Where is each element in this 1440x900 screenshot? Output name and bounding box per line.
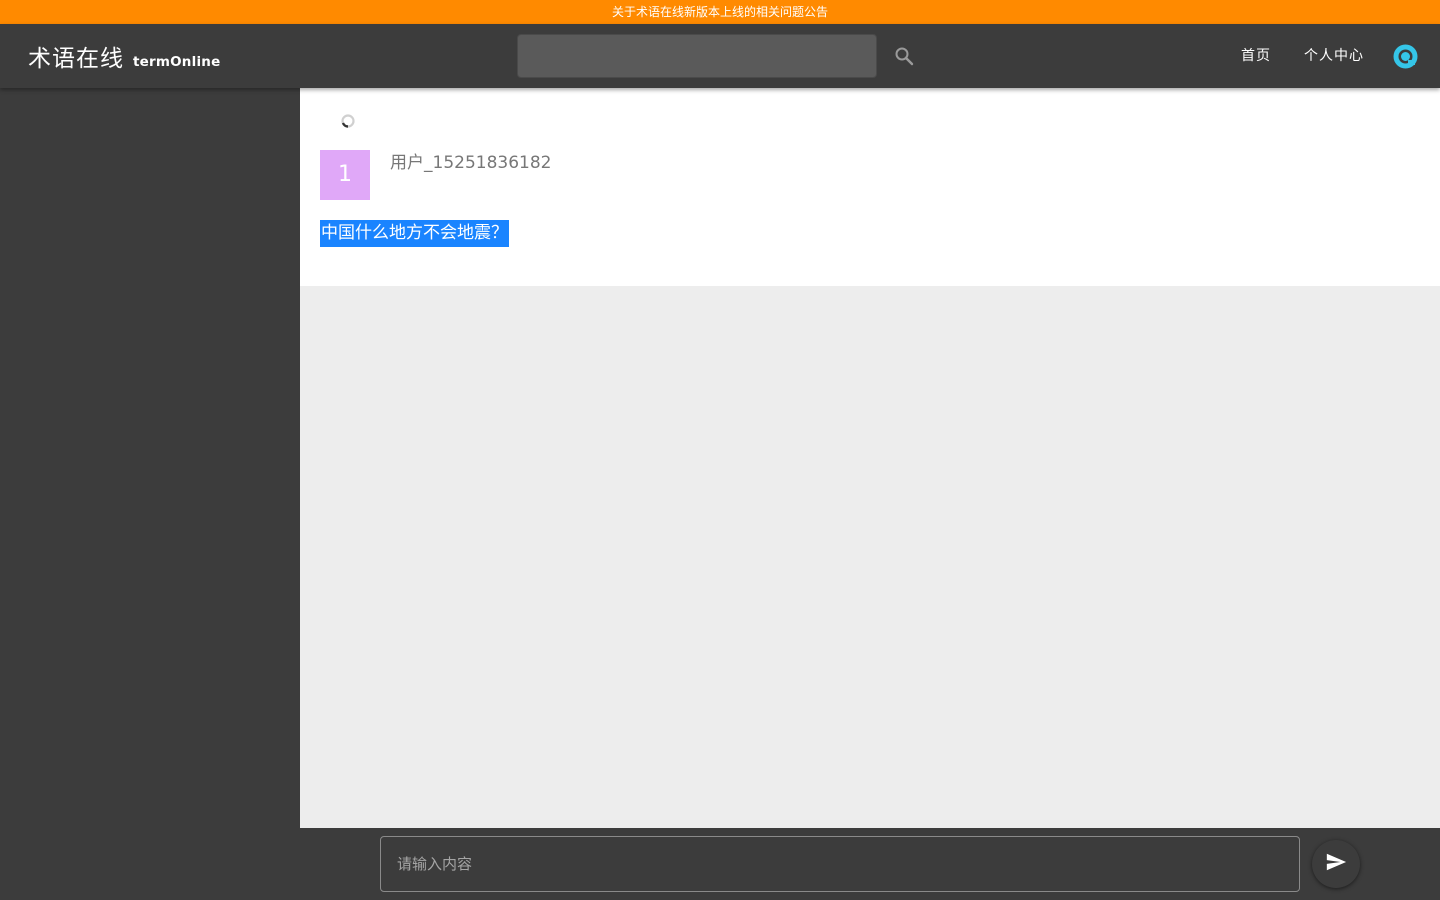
site-logo[interactable]: 术语在线 termOnline bbox=[28, 40, 220, 74]
reply-composer bbox=[300, 828, 1440, 900]
logo-english: termOnline bbox=[133, 54, 221, 70]
main-content: 1 用户_15251836182 中国什么地方不会地震？ bbox=[300, 88, 1440, 828]
nav-home-link[interactable]: 首页 bbox=[1241, 46, 1271, 66]
reply-input[interactable] bbox=[380, 836, 1300, 892]
send-icon bbox=[1325, 851, 1347, 877]
profile-ring-icon[interactable] bbox=[1393, 44, 1418, 69]
post-author-name[interactable]: 用户_15251836182 bbox=[390, 152, 551, 174]
post-card: 1 用户_15251836182 中国什么地方不会地震？ bbox=[300, 88, 1440, 286]
send-button[interactable] bbox=[1312, 840, 1360, 888]
logo-chinese: 术语在线 bbox=[28, 46, 124, 72]
loading-spinner-icon bbox=[341, 113, 355, 128]
post-question-text: 中国什么地方不会地震？ bbox=[320, 220, 509, 247]
announcement-bar[interactable]: 关于术语在线新版本上线的相关问题公告 bbox=[0, 0, 1440, 24]
nav-user-center-link[interactable]: 个人中心 bbox=[1304, 46, 1364, 66]
top-header: 术语在线 termOnline 首页 个人中心 bbox=[0, 24, 1440, 88]
post-author-avatar[interactable]: 1 bbox=[320, 150, 370, 200]
search-input[interactable] bbox=[517, 34, 877, 78]
left-sidebar bbox=[0, 88, 300, 900]
search-icon[interactable] bbox=[892, 44, 916, 68]
